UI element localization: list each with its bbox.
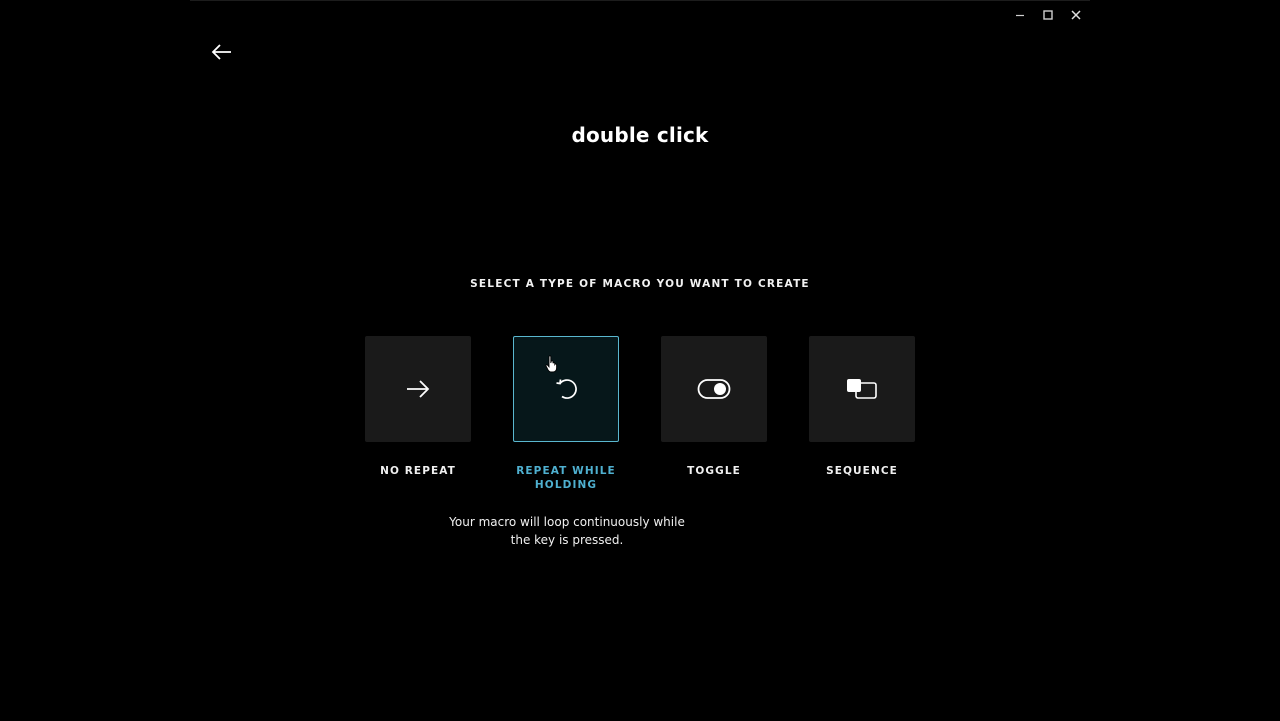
macro-type-heading: SELECT A TYPE OF MACRO YOU WANT TO CREAT…	[470, 278, 810, 290]
option-label: REPEAT WHILE HOLDING	[516, 465, 616, 491]
arrow-left-icon	[211, 44, 231, 60]
maximize-icon	[1043, 10, 1053, 20]
arrow-right-icon	[407, 380, 430, 398]
option-label: TOGGLE	[687, 465, 741, 477]
option-label: NO REPEAT	[380, 465, 456, 477]
close-button[interactable]	[1062, 1, 1090, 29]
option-toggle[interactable]: TOGGLE	[640, 336, 788, 478]
option-tile[interactable]	[809, 336, 915, 442]
option-label: SEQUENCE	[826, 465, 898, 477]
window-controls	[1006, 1, 1090, 29]
option-tile[interactable]	[513, 336, 619, 442]
back-button[interactable]	[208, 39, 236, 65]
macro-type-description: Your macro will loop continuously while …	[449, 515, 685, 547]
minimize-icon	[1016, 14, 1024, 17]
option-tile[interactable]	[661, 336, 767, 442]
option-sequence[interactable]: SEQUENCE	[788, 336, 936, 478]
option-no-repeat[interactable]: NO REPEAT	[344, 336, 492, 478]
close-icon	[1071, 10, 1081, 20]
page-title: double click	[571, 123, 709, 147]
app-window: double click SELECT A TYPE OF MACRO YOU …	[190, 0, 1090, 721]
maximize-button[interactable]	[1034, 1, 1062, 29]
toggle-icon	[697, 379, 731, 399]
option-tile[interactable]	[365, 336, 471, 442]
minimize-button[interactable]	[1006, 1, 1034, 29]
repeat-icon	[556, 379, 577, 399]
sequence-icon	[847, 379, 877, 399]
option-repeat-while-holding[interactable]: REPEAT WHILE HOLDING	[492, 336, 640, 492]
